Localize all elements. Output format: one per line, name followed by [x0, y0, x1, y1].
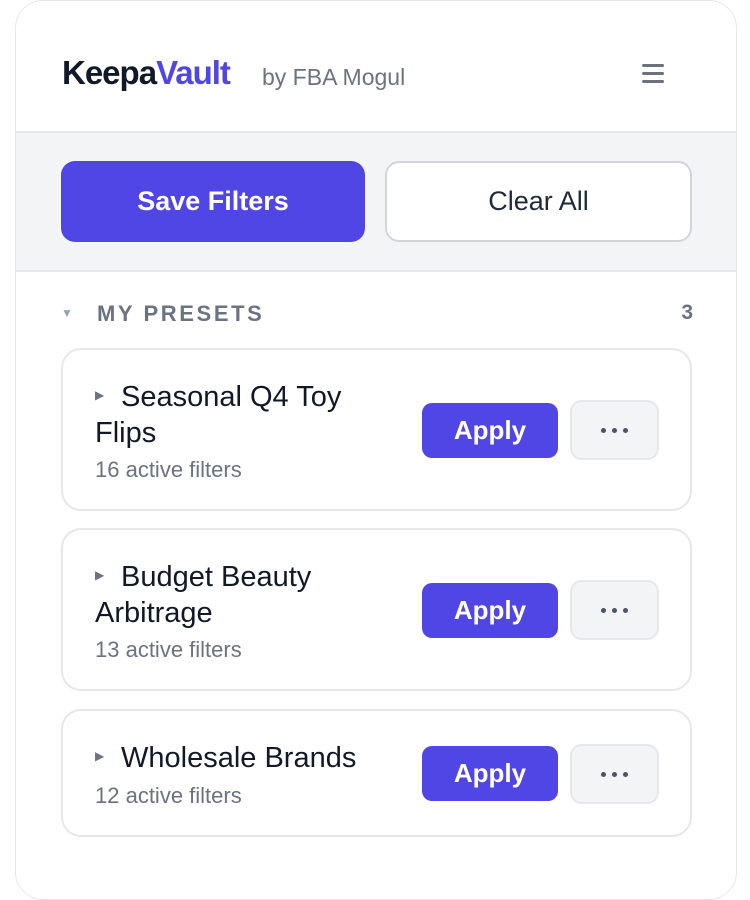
clear-all-button[interactable]: Clear All	[385, 161, 692, 242]
preset-info: ▶ Seasonal Q4 Toy Flips 16 active filters	[95, 380, 395, 483]
preset-card: ▶ Wholesale Brands 12 active filters Appl…	[61, 709, 692, 837]
caret-right-icon[interactable]: ▶	[95, 739, 121, 774]
byline: by FBA Mogul	[262, 64, 406, 90]
more-options-button[interactable]	[570, 400, 659, 460]
preset-info: ▶ Wholesale Brands 12 active filters	[95, 741, 415, 809]
ellipsis-icon	[601, 607, 606, 613]
preset-title-text: Seasonal Q4 Toy Flips	[95, 381, 342, 449]
ellipsis-icon	[601, 427, 606, 433]
preset-title[interactable]: ▶ Wholesale Brands	[95, 741, 415, 777]
preset-card: ▶ Seasonal Q4 Toy Flips 16 active filters…	[61, 348, 692, 511]
ellipsis-icon	[601, 771, 606, 777]
filter-toolbar: Save Filters Clear All	[16, 133, 736, 272]
preset-title-text: Wholesale Brands	[121, 742, 357, 774]
section-title: MY PRESETS	[97, 301, 265, 326]
header: KeepaVault by FBA Mogul	[16, 1, 736, 133]
apply-preset-button[interactable]: Apply	[422, 583, 558, 638]
caret-right-icon[interactable]: ▶	[95, 558, 121, 593]
apply-preset-button[interactable]: Apply	[422, 403, 558, 458]
hamburger-menu-icon[interactable]	[642, 64, 664, 84]
more-options-button[interactable]	[570, 744, 659, 804]
app-logo: KeepaVault	[62, 53, 231, 93]
logo-accent-text: Vault	[156, 54, 231, 91]
more-options-button[interactable]	[570, 580, 659, 640]
preset-info: ▶ Budget Beauty Arbitrage 13 active filte…	[95, 560, 395, 663]
presets-section-header[interactable]: ▼ MY PRESETS 3	[16, 297, 736, 333]
preset-card: ▶ Budget Beauty Arbitrage 13 active filte…	[61, 528, 692, 691]
preset-filter-count: 13 active filters	[95, 636, 242, 662]
caret-right-icon[interactable]: ▶	[95, 378, 121, 413]
preset-filter-count: 16 active filters	[95, 456, 242, 482]
caret-down-icon[interactable]: ▼	[61, 306, 73, 320]
keepavault-panel: KeepaVault by FBA Mogul Save Filters Cle…	[15, 0, 737, 900]
apply-preset-button[interactable]: Apply	[422, 746, 558, 801]
preset-title-text: Budget Beauty Arbitrage	[95, 561, 312, 629]
logo-primary-text: Keepa	[62, 54, 157, 91]
preset-title[interactable]: ▶ Budget Beauty Arbitrage	[95, 560, 395, 631]
preset-count-badge: 3	[681, 301, 693, 324]
preset-title[interactable]: ▶ Seasonal Q4 Toy Flips	[95, 380, 395, 451]
preset-filter-count: 12 active filters	[95, 782, 242, 808]
save-filters-button[interactable]: Save Filters	[61, 161, 365, 242]
